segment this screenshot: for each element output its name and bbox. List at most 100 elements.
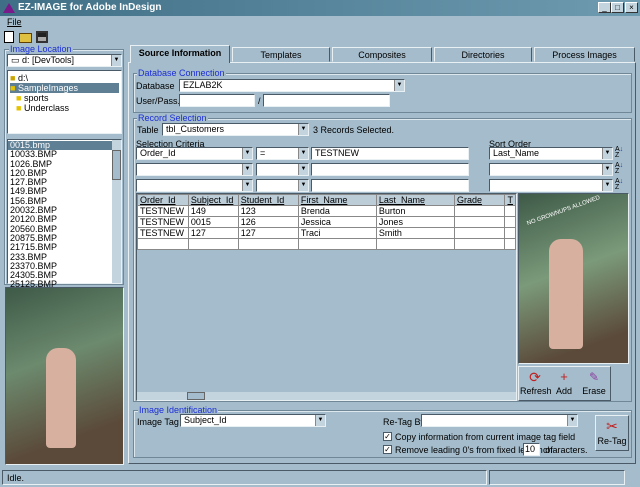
tab-process-images[interactable]: Process Images [534,47,635,62]
new-icon[interactable] [4,31,14,43]
erase-button[interactable]: ✎ Erase [580,368,608,396]
table-cell[interactable]: 149 [187,205,239,217]
folder-item[interactable]: ■ d:\ [10,73,119,83]
sort-ascending-icon[interactable]: A↓ Z [615,162,628,176]
criteria-field-select[interactable]: ▼ [136,163,253,176]
scrollbar-thumb[interactable] [187,392,205,400]
table-cell[interactable]: Traci [297,227,377,239]
table-cell[interactable]: Jones [375,216,455,228]
drive-select[interactable]: ▭ d: [DevTools] ▼ [7,54,122,67]
chevron-down-icon[interactable]: ▼ [315,415,325,426]
criteria-value-input[interactable] [311,163,469,176]
horizontal-scrollbar[interactable] [137,392,516,400]
tab-source-information[interactable]: Source Information [130,45,230,63]
criteria-field-select[interactable]: ▼ [136,179,253,192]
user-input[interactable] [179,94,255,107]
criteria-field-select[interactable]: Order_Id ▼ [136,147,253,160]
refresh-button[interactable]: ⟳ Refresh [520,368,552,396]
maximize-button[interactable]: □ [611,2,624,13]
table-cell[interactable] [504,227,516,239]
column-header[interactable]: First_Name [297,194,377,206]
chevron-down-icon[interactable]: ▼ [394,80,404,91]
table-cell[interactable]: 0015 [187,216,239,228]
remove-zeros-checkbox[interactable]: ✓ [383,445,392,454]
table-cell[interactable] [187,238,239,250]
database-select[interactable]: EZLAB2K ▼ [179,79,405,92]
column-header[interactable]: Last_Name [375,194,455,206]
table-cell[interactable]: TESTNEW [137,227,189,239]
table-cell[interactable]: 126 [237,216,299,228]
table-select[interactable]: tbl_Customers ▼ [162,123,309,136]
table-cell[interactable] [453,216,506,228]
sort-field-select[interactable]: Last_Name ▼ [489,147,613,160]
add-button[interactable]: + Add [552,368,576,396]
scrollbar-thumb[interactable] [112,150,121,180]
retag-by-select[interactable]: ▼ [421,414,578,427]
table-cell[interactable] [453,238,506,250]
tab-templates[interactable]: Templates [232,47,330,62]
tab-composites[interactable]: Composites [332,47,432,62]
records-grid[interactable]: Order_Id Subject_Id Student_Id First_Name La… [136,193,517,401]
fixed-length-input[interactable]: 10 [523,443,540,456]
criteria-operator-select[interactable]: = ▼ [256,147,309,160]
table-row[interactable]: TESTNEW 0015 126 Jessica Jones [137,216,516,228]
sort-ascending-icon[interactable]: A↓ Z [615,146,628,160]
file-list-scrollbar[interactable] [112,140,121,283]
column-header[interactable]: Subject_Id [187,194,239,206]
minimize-button[interactable]: _ [598,2,611,13]
chevron-down-icon[interactable]: ▼ [567,415,577,426]
table-cell[interactable]: Jessica [297,216,377,228]
chevron-down-icon[interactable]: ▼ [298,164,308,175]
table-cell[interactable] [237,238,299,250]
table-cell[interactable]: 123 [237,205,299,217]
password-input[interactable] [263,94,390,107]
tab-directories[interactable]: Directories [434,47,532,62]
copy-info-checkbox[interactable]: ✓ [383,432,392,441]
table-cell[interactable] [453,227,506,239]
table-row-new[interactable] [137,238,516,250]
table-cell[interactable] [375,238,455,250]
menu-file[interactable]: File [7,17,22,27]
chevron-down-icon[interactable]: ▼ [242,180,252,191]
chevron-down-icon[interactable]: ▼ [602,180,612,191]
column-header[interactable]: T [504,194,516,206]
chevron-down-icon[interactable]: ▼ [242,164,252,175]
sort-field-select[interactable]: ▼ [489,179,613,192]
chevron-down-icon[interactable]: ▼ [298,180,308,191]
chevron-down-icon[interactable]: ▼ [602,148,612,159]
retag-button[interactable]: ✂ Re-Tag [595,415,629,451]
table-cell[interactable] [453,205,506,217]
chevron-down-icon[interactable]: ▼ [298,148,308,159]
folder-item[interactable]: ■ sports [10,93,119,103]
sort-field-select[interactable]: ▼ [489,163,613,176]
chevron-down-icon[interactable]: ▼ [111,55,121,66]
table-cell[interactable] [297,238,377,250]
save-icon[interactable] [36,31,48,43]
table-cell[interactable]: Smith [375,227,455,239]
folder-item[interactable]: ■ Underclass [10,103,119,113]
table-cell[interactable]: TESTNEW [137,216,189,228]
table-cell[interactable]: Brenda [297,205,377,217]
criteria-operator-select[interactable]: ▼ [256,163,309,176]
table-cell[interactable] [504,216,516,228]
column-header[interactable]: Grade [453,194,506,206]
table-row[interactable]: TESTNEW 127 127 Traci Smith [137,227,516,239]
table-row[interactable]: TESTNEW 149 123 Brenda Burton [137,205,516,217]
sort-ascending-icon[interactable]: A↓ Z [615,178,628,192]
column-header[interactable]: Order_Id [137,194,189,206]
table-cell[interactable]: Burton [375,205,455,217]
folder-item-selected[interactable]: ■ SampleImages [10,83,119,93]
criteria-value-input[interactable]: TESTNEW [311,147,469,160]
folder-tree[interactable]: ■ d:\ ■ SampleImages ■ sports ■ Undercla… [7,70,122,134]
image-tag-select[interactable]: Subject_Id ▼ [180,414,326,427]
table-cell[interactable] [137,238,189,250]
table-cell[interactable] [504,238,516,250]
chevron-down-icon[interactable]: ▼ [602,164,612,175]
column-header[interactable]: Student_Id [237,194,299,206]
criteria-value-input[interactable] [311,179,469,192]
close-button[interactable]: × [625,2,638,13]
records-table[interactable]: Order_Id Subject_Id Student_Id First_Name La… [137,194,516,250]
table-cell[interactable]: 127 [237,227,299,239]
chevron-down-icon[interactable]: ▼ [298,124,308,135]
criteria-operator-select[interactable]: ▼ [256,179,309,192]
